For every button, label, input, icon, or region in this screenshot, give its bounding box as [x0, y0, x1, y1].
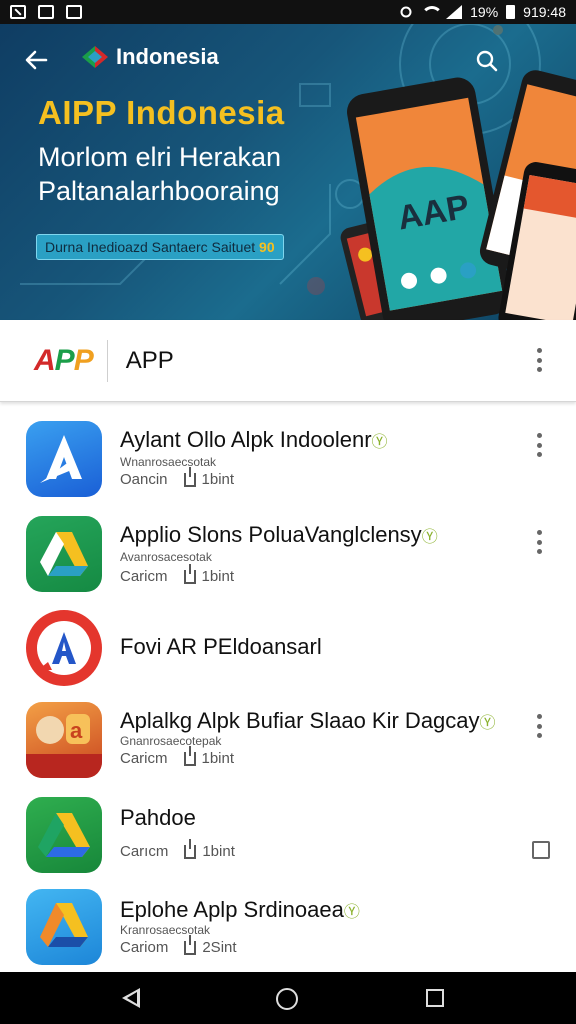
banner-subtitle-2: Paltanalarhbooraing [38, 176, 280, 206]
drive-blue-triangle-icon [26, 889, 102, 965]
screen: 19% 919:48 Indonesia AIPP Indonesia Morl… [0, 0, 576, 1024]
brand-logo-icon [82, 46, 108, 68]
battery-icon [506, 5, 516, 19]
home-icon[interactable] [276, 988, 298, 1010]
app-meta: Carıcm 1bint [120, 838, 235, 860]
app-subtitle: Wnanrosaecsotak [120, 455, 217, 469]
notification-icons [10, 5, 82, 19]
clock: 919:48 [523, 4, 566, 20]
download-icon [183, 745, 196, 766]
drive-green-icon [26, 516, 102, 592]
phones-illustration: AAP [340, 70, 576, 320]
header-divider [106, 339, 108, 382]
arrow-left-icon [25, 50, 48, 70]
app-list-item[interactable]: a Aplalkg Alpk Bufiar Slaao Kir DagcayⓎ … [0, 702, 576, 792]
back-icon-inner [127, 992, 137, 1004]
drive-a-blue-icon [26, 421, 102, 497]
wifi-icon [420, 5, 444, 19]
app-title: Aylant Ollo Alpk IndoolenrⓎ [120, 427, 388, 452]
app-title: Applio Slons PoluaVanglclensyⓎ [120, 522, 438, 547]
app-title: Fovi AR PEldoansarl [120, 634, 322, 659]
image-notification-icon [38, 5, 54, 19]
brand-name: Indonesia [116, 44, 219, 69]
drive-triangle-icon [26, 797, 102, 873]
app-meta-left: Oancin [120, 471, 168, 488]
battery-percent: 19% [470, 4, 499, 20]
app-list-item[interactable]: Aylant Ollo Alpk IndoolenrⓎ Wnanrosaecso… [0, 421, 576, 511]
svg-text:a: a [70, 718, 83, 743]
banner-badge[interactable]: Durna Inedioazd Santaerc Saituet 90 [36, 234, 284, 260]
alarm-icon [400, 6, 412, 18]
download-icon [184, 838, 197, 859]
badge-text: Durna Inedioazd Santaerc Saituet [45, 239, 256, 255]
wayang-icon: a [26, 702, 102, 778]
app-subtitle: Gnanrosaecotepak [120, 734, 222, 748]
app-meta: Cariom 2Sint [120, 934, 237, 956]
badge-highlight: 90 [259, 239, 275, 255]
app-title: Eplohe Aplp SrdinoaeaⓎ [120, 897, 360, 922]
app-subtitle: Avanrosacesotak [120, 550, 212, 564]
app-meta-left: Cariom [120, 939, 169, 956]
navigation-bar [0, 972, 576, 1024]
app-logo: APP [34, 343, 94, 377]
app-meta-right: 2Sint [202, 939, 237, 956]
app-title: Aplalkg Alpk Bufiar Slaao Kir DagcayⓎ [120, 708, 496, 733]
app-list-item[interactable]: Fovi AR PEldoansarl [0, 610, 576, 692]
select-checkbox[interactable] [532, 841, 550, 859]
app-list-item[interactable]: Eplohe Aplp SrdinoaeaⓎ Kranrosaecsotak C… [0, 889, 576, 971]
download-icon [184, 934, 197, 955]
gallery-notification-icon [66, 5, 82, 19]
app-title: Pahdoe [120, 805, 196, 830]
download-icon [183, 563, 196, 584]
app-more-button[interactable] [536, 433, 542, 457]
app-meta: Oancin 1bint [120, 466, 235, 488]
app-meta-left: Carıcm [120, 843, 169, 860]
banner-subtitle-1: Morlom elri Herakan [38, 142, 282, 172]
app-meta-right: 1bint [201, 471, 235, 488]
status-bar: 19% 919:48 [0, 0, 576, 24]
app-meta: Caricm 1bint [120, 563, 235, 585]
app-meta-right: 1bint [202, 843, 235, 860]
brand: Indonesia [80, 44, 219, 70]
back-arrow-button[interactable] [22, 46, 54, 74]
download-icon [183, 466, 196, 487]
banner-title: AIPP Indonesia [38, 94, 285, 131]
app-meta-right: 1bint [201, 568, 235, 585]
app-more-button[interactable] [536, 714, 542, 738]
app-header-title: APP [125, 346, 174, 374]
red-a-icon [26, 610, 102, 686]
app-meta-left: Caricm [120, 750, 168, 767]
app-meta: Caricm 1bint [120, 745, 235, 767]
notification-icon [10, 5, 26, 19]
app-meta-left: Caricm [120, 568, 168, 585]
app-more-button[interactable] [536, 530, 542, 554]
app-list-item[interactable]: Pahdoe Carıcm 1bint [0, 797, 576, 881]
hero-banner: Indonesia AIPP Indonesia Morlom elri Her… [0, 24, 576, 320]
app-header: APP APP [0, 320, 576, 402]
signal-icon [446, 5, 463, 19]
header-more-button[interactable] [536, 348, 542, 372]
status-icons: 19% 919:48 [400, 4, 566, 20]
app-list-item[interactable]: Applio Slons PoluaVanglclensyⓎ Avanrosac… [0, 516, 576, 606]
app-meta-right: 1bint [201, 750, 235, 767]
recents-icon[interactable] [426, 989, 444, 1007]
app-subtitle: Kranrosaecsotak [120, 923, 211, 937]
